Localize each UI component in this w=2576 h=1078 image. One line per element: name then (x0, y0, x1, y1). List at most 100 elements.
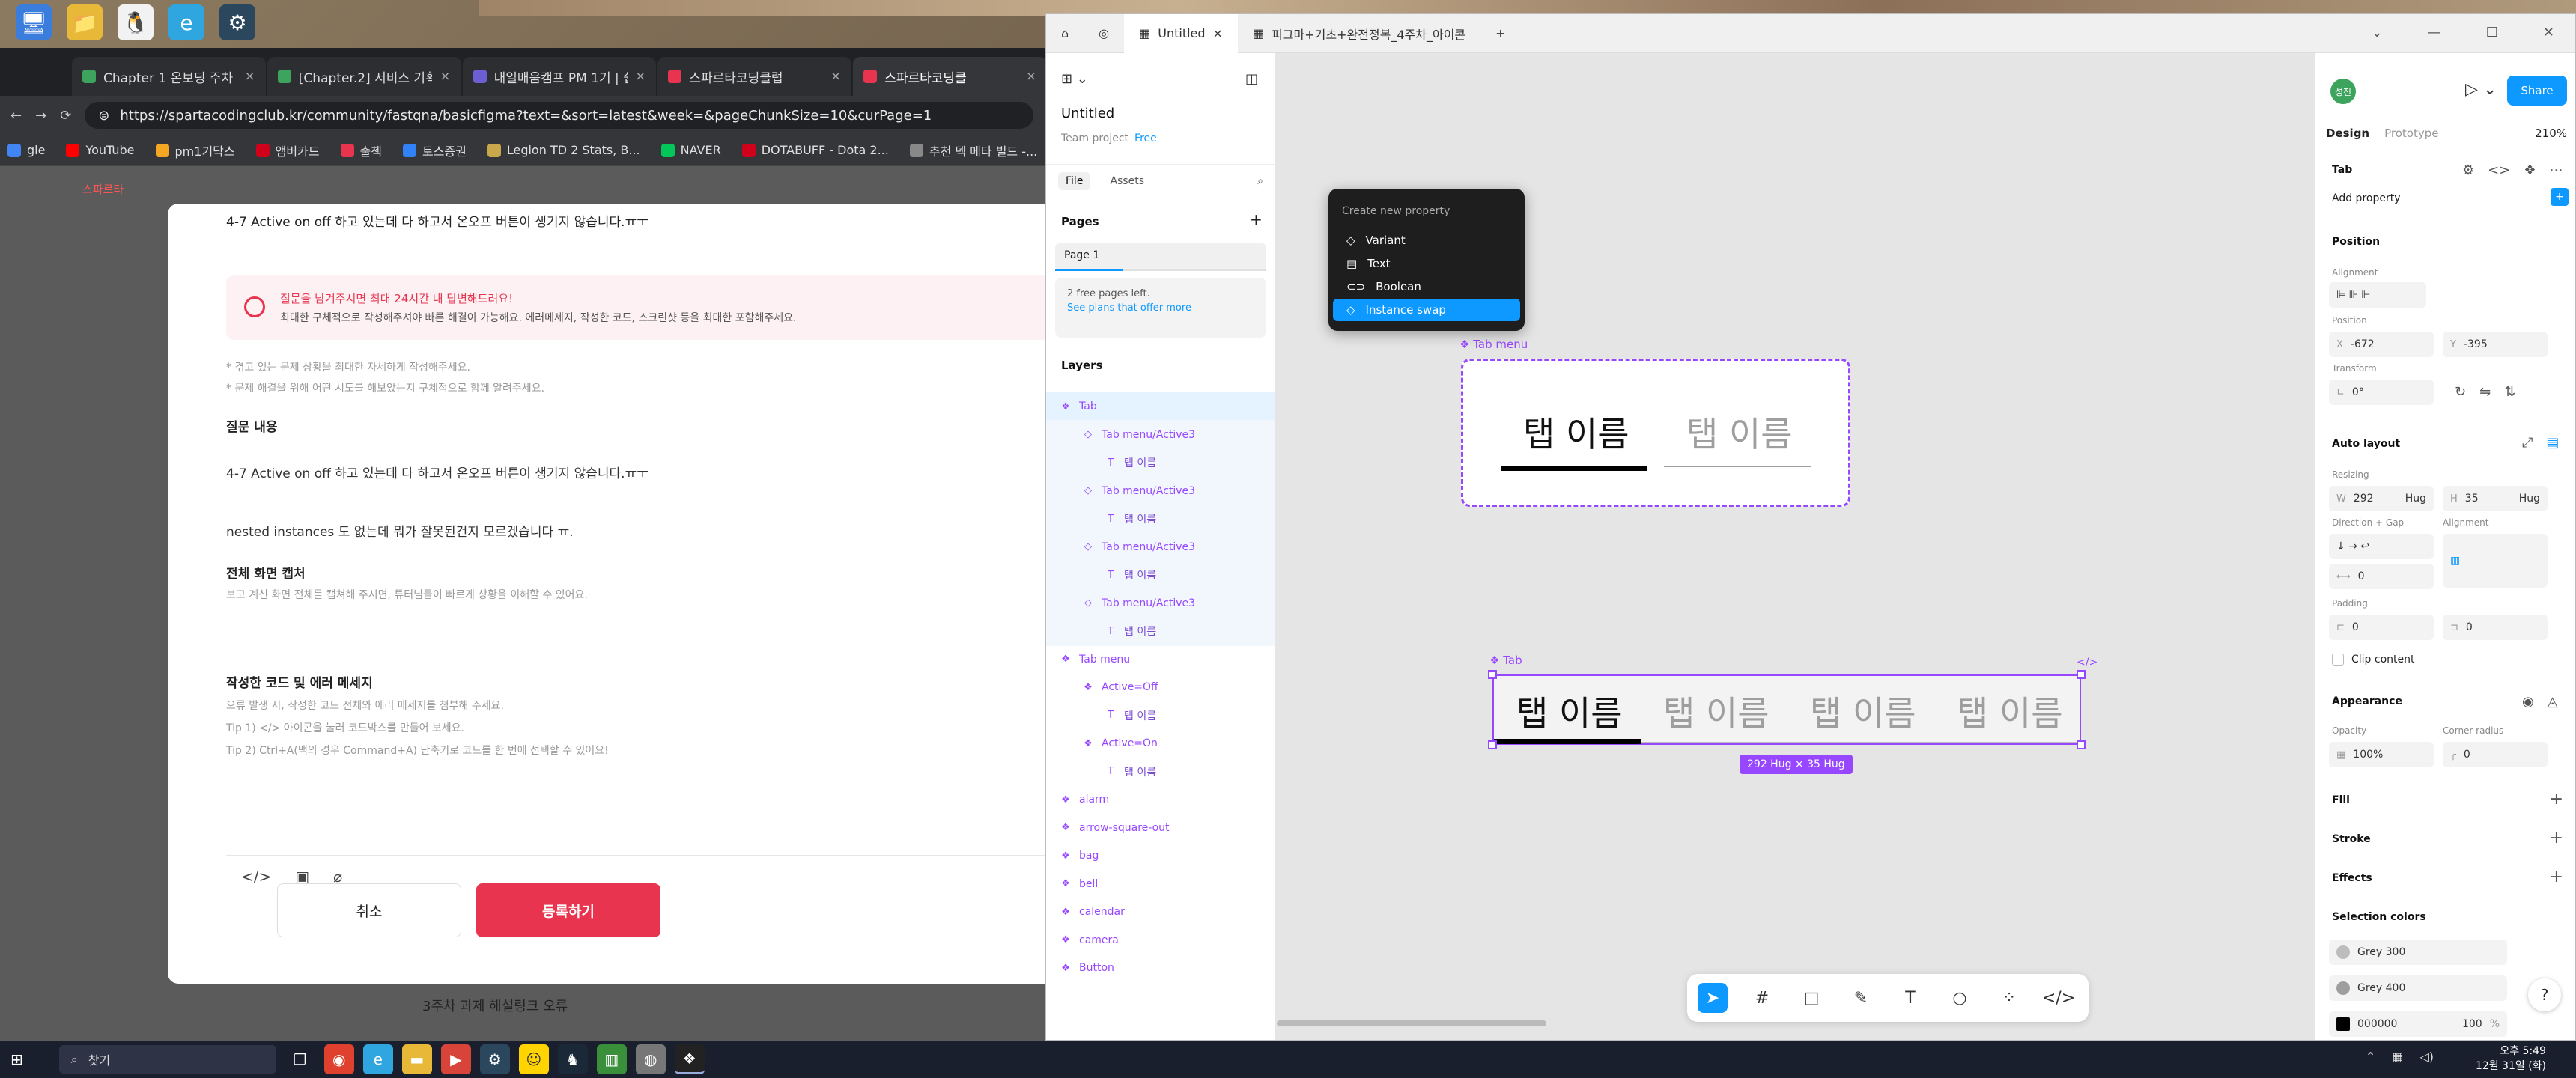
flip-horizontal-icon[interactable]: ⇋ (2479, 384, 2491, 400)
explorer-icon[interactable]: ▬ (401, 1044, 432, 1074)
chevron-up-icon[interactable]: ⌃ (2366, 1050, 2375, 1064)
add-property-button[interactable]: + (2551, 188, 2569, 206)
blend-icon[interactable]: ◬ (2548, 694, 2558, 710)
browser-tab[interactable]: 스파르타코딩클 × (853, 57, 1047, 96)
layer-row[interactable]: ❖ bell (1046, 869, 1275, 899)
component-set-label[interactable]: ❖ Tab menu (1459, 338, 1528, 351)
component-icon[interactable]: ❖ (2524, 162, 2536, 178)
add-stroke-icon[interactable]: + (2550, 829, 2563, 847)
chart-app-icon[interactable]: ▥ (596, 1044, 627, 1074)
add-fill-icon[interactable]: + (2550, 790, 2563, 808)
dev-mode-icon[interactable]: </> (2042, 983, 2075, 1013)
tab-assets[interactable]: Assets (1102, 172, 1152, 190)
move-tool-icon[interactable]: ➤ (1698, 983, 1728, 1013)
plans-link[interactable]: See plans that offer more (1067, 302, 1254, 314)
back-icon[interactable]: ← (10, 108, 22, 124)
x-field[interactable]: X -672 (2329, 332, 2434, 357)
layer-row[interactable]: ◇ Tab menu/Active3 (1046, 419, 1275, 450)
gap-field[interactable]: ⟷ 0 (2329, 564, 2434, 589)
add-page-icon[interactable]: + (1250, 210, 1263, 228)
tab-design[interactable]: Design (2326, 127, 2369, 140)
question-line[interactable]: nested instances 도 없는데 뭐가 잘못된건지 모르겠습니다 ㅠ… (226, 521, 574, 540)
bookmark-item[interactable]: DOTABUFF - Dota 2... (741, 143, 889, 157)
community-icon[interactable]: ◎ (1084, 14, 1124, 53)
bookmark-item[interactable]: NAVER (660, 143, 721, 157)
browser-tab[interactable]: [Chapter.2] 서비스 기획 입문 × (267, 57, 461, 96)
code-icon[interactable]: <> (2488, 162, 2510, 178)
desktop-shortcut[interactable]: 📁 (58, 4, 111, 43)
resize-handle[interactable] (2077, 670, 2086, 679)
layer-row[interactable]: T 탭 이름 (1046, 448, 1275, 478)
tab-instance[interactable]: 탭 이름 탭 이름 탭 이름 탭 이름 (1488, 670, 2086, 749)
bookmark-item[interactable]: 출첵 (340, 141, 382, 159)
question-line[interactable]: 4-7 Active on off 하고 있는데 다 하고서 온오프 버튼이 생… (226, 463, 648, 481)
image-icon[interactable]: ▣ (295, 868, 309, 886)
figma-icon[interactable]: ❖ (674, 1044, 705, 1074)
color-row[interactable]: 000000 100% (2329, 1011, 2507, 1037)
file-title[interactable]: Untitled (1061, 106, 1114, 121)
actions-icon[interactable]: ⁘ (1994, 983, 2024, 1013)
padding-horizontal[interactable]: ⊏ 0 (2329, 615, 2434, 640)
layer-row[interactable]: ◇ Tab menu/Active3 (1046, 532, 1275, 562)
component-set-tab-menu[interactable]: 탭 이름 탭 이름 (1461, 359, 1850, 507)
layer-row[interactable]: T 탭 이름 (1046, 560, 1275, 590)
search-icon[interactable]: ⌕ (1257, 175, 1263, 187)
taskbar-search[interactable]: ⌕ 찾기 (58, 1045, 276, 1074)
color-opacity[interactable]: 100 (2462, 1018, 2482, 1030)
tab-file[interactable]: File (1058, 172, 1091, 190)
desktop-shortcut[interactable]: 🖥 (7, 4, 60, 43)
layer-row[interactable]: ❖ alarm (1046, 785, 1275, 814)
layout-grid-icon[interactable]: ▤ (2546, 435, 2559, 451)
volume-icon[interactable]: ◁) (2419, 1050, 2434, 1064)
bookmark-item[interactable]: 추천 덱 메타 빌드 -... (909, 141, 1037, 159)
properties-icon[interactable]: ⚙ (2462, 162, 2474, 178)
bookmark-item[interactable]: gle (7, 143, 45, 157)
color-row[interactable]: Grey 400 (2329, 975, 2507, 1001)
present-icon[interactable]: ▷ ⌄ (2465, 80, 2497, 99)
frame-tool-icon[interactable]: # (1747, 983, 1777, 1013)
chevron-down-icon[interactable]: ⌄ (2372, 25, 2383, 40)
help-button[interactable]: ? (2528, 978, 2561, 1011)
close-tab-icon[interactable]: × (635, 69, 645, 84)
color-swatch[interactable] (2336, 981, 2350, 995)
forward-icon[interactable]: → (35, 108, 46, 124)
rotate-icon[interactable]: ↻ (2455, 384, 2466, 400)
bookmark-item[interactable]: pm1기닥스 (155, 141, 235, 159)
clip-content-row[interactable]: Clip content (2332, 654, 2415, 666)
add-effect-icon[interactable]: + (2550, 868, 2563, 886)
opacity-field[interactable]: ▦ 100% (2329, 742, 2434, 767)
layer-row[interactable]: ❖ Tab menu (1046, 645, 1275, 674)
maximize-icon[interactable]: ☐ (2486, 25, 2498, 40)
desktop-shortcut[interactable]: ⚙ (211, 4, 264, 43)
cancel-button[interactable]: 취소 (277, 883, 461, 937)
zoom-level[interactable]: 210% (2535, 127, 2567, 140)
resize-handle[interactable] (1488, 670, 1497, 679)
address-bar[interactable]: ⊜ https://spartacodingclub.kr/community/… (85, 102, 1033, 129)
app-icon-2[interactable]: ◍ (635, 1044, 666, 1074)
bookmark-item[interactable]: 토스증권 (402, 141, 467, 159)
layer-row[interactable]: T 탭 이름 (1046, 504, 1275, 534)
color-swatch[interactable] (2336, 945, 2350, 959)
browser-tab[interactable]: Chapter 1 온보딩 주차 대시보드 × (72, 57, 266, 96)
bookmark-item[interactable]: Legion TD 2 Stats, B... (487, 143, 640, 157)
layer-row[interactable]: T 탭 이름 (1046, 616, 1275, 646)
site-logo[interactable]: 스파르타 (82, 181, 172, 197)
sidebar-toggle-icon[interactable]: ◫ (1245, 71, 1258, 87)
edge-icon[interactable]: e (362, 1044, 393, 1074)
layer-row[interactable]: ❖ camera (1046, 925, 1275, 955)
browser-tab[interactable]: 내일배움캠프 PM 1기 | 쉽고 × (462, 57, 657, 96)
browser-tab[interactable]: 스파르타코딩클럽 × (657, 57, 852, 96)
layer-row[interactable]: ❖ bag (1046, 841, 1275, 871)
bookmark-item[interactable]: 앰버카드 (255, 141, 320, 159)
layer-row[interactable]: ❖ Tab (1046, 392, 1275, 421)
canvas-scrollbar[interactable] (1277, 1020, 1546, 1026)
close-icon[interactable]: × (1213, 26, 1223, 40)
desktop-shortcut[interactable]: e (160, 4, 213, 43)
layer-row[interactable]: ◇ Tab menu/Active3 (1046, 588, 1275, 618)
alignment-grid[interactable]: ▥ (2443, 534, 2548, 588)
layer-row[interactable]: T 탭 이름 (1046, 757, 1275, 787)
pen-tool-icon[interactable]: ✎ (1846, 983, 1876, 1013)
bookmark-item[interactable]: YouTube (66, 143, 135, 157)
dev-code-icon[interactable]: </> (2077, 657, 2097, 669)
chrome-icon[interactable]: ◉ (323, 1044, 354, 1074)
